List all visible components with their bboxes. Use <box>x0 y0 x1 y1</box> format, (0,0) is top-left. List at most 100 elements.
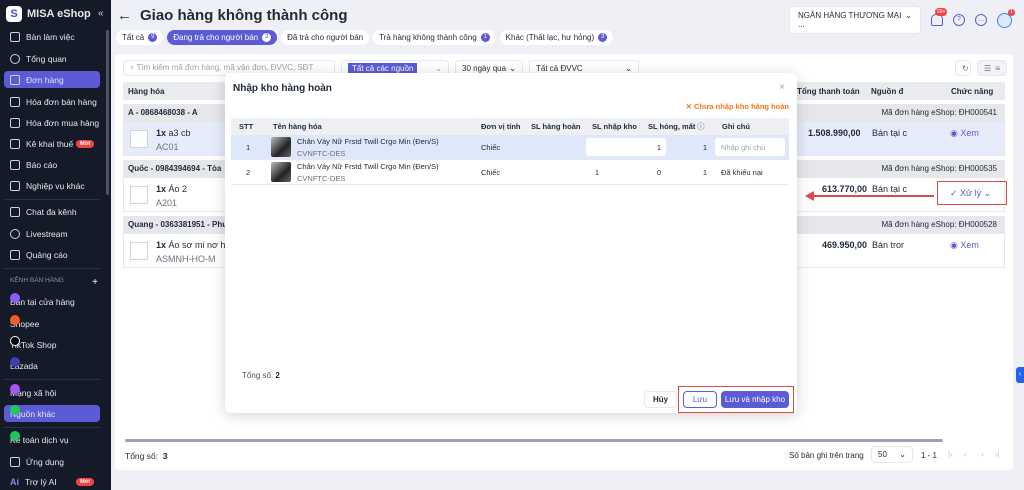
sidebar-channel-shopee[interactable]: Shopee <box>4 315 100 332</box>
tab-other[interactable]: Khác (Thất lạc, hư hỏng) 3 <box>499 30 614 45</box>
product-image <box>130 130 148 148</box>
view-button[interactable]: ◉ Xem <box>950 240 979 251</box>
horizontal-scrollbar[interactable] <box>125 439 943 442</box>
top-bar-actions: NGÂN HÀNG THƯƠNG MẠI ... ⌄ 99+ ? … 1 <box>789 6 1015 34</box>
livestream-icon <box>10 228 20 239</box>
sidebar-item-accounting[interactable]: Kế toán dịch vụ <box>4 431 100 448</box>
product-image <box>130 242 148 260</box>
new-badge: Mới <box>75 477 94 486</box>
sales-channel-section: KÊNH BÁN HÀNG + <box>10 277 98 288</box>
modal-table-row[interactable]: 2 Chân Váy Nữ Frstd Twill Crgo Min (Đen/… <box>231 160 789 185</box>
sidebar-item-other-ops[interactable]: Nghiệp vụ khác <box>4 177 100 194</box>
sidebar-channel-store[interactable]: Bán tại cửa hàng <box>4 293 100 310</box>
order-icon <box>10 74 20 85</box>
tab-all[interactable]: Tất cả 9 <box>116 30 164 45</box>
sidebar-item-purchase-invoice[interactable]: Hóa đơn mua hàng <box>4 114 100 131</box>
refresh-icon: ↻ <box>962 63 969 73</box>
refresh-button[interactable]: ↻ <box>955 60 971 76</box>
sidebar-scrollbar[interactable] <box>106 30 109 195</box>
more-icon[interactable]: … <box>975 14 987 26</box>
x-icon: ✕ <box>685 102 694 111</box>
accounting-icon <box>10 431 20 441</box>
divider <box>4 427 100 428</box>
tab-returning[interactable]: Đang trả cho người bán 3 <box>167 30 278 45</box>
sidebar-item-tax[interactable]: Kê khai thuế Mới <box>4 135 100 152</box>
divider <box>4 379 100 380</box>
shopee-icon <box>10 315 20 325</box>
view-button[interactable]: ◉ Xem <box>950 128 979 139</box>
sidebar-item-sales-invoice[interactable]: Hóa đơn bán hàng <box>4 93 100 110</box>
sidebar-item-overview[interactable]: Tổng quan <box>4 50 100 67</box>
sidebar-item-apps[interactable]: Ứng dụng <box>4 453 100 470</box>
next-page-icon[interactable]: › <box>981 450 984 459</box>
collapse-sidebar-icon[interactable]: « <box>98 8 104 19</box>
chart-icon <box>10 159 20 170</box>
brand-logo[interactable]: S MISA eShop <box>6 6 91 22</box>
store-icon <box>10 293 20 303</box>
sidebar-item-livestream[interactable]: Livestream <box>4 225 100 242</box>
stock-qty-input[interactable]: 1 <box>586 138 666 156</box>
annotation-arrow <box>812 195 934 197</box>
add-channel-icon[interactable]: + <box>92 277 98 288</box>
list-view-icon: ≡ <box>995 63 1000 73</box>
sidebar-channel-tiktok[interactable]: TikTok Shop <box>4 336 100 353</box>
invoice-icon <box>10 117 20 128</box>
sidebar-channel-lazada[interactable]: Lazada <box>4 357 100 374</box>
tax-doc-icon <box>10 138 20 149</box>
chevron-down-icon: ⌄ <box>509 63 516 73</box>
sidebar-item-reports[interactable]: Báo cáo <box>4 156 100 173</box>
sidebar-item-chat[interactable]: Chat đa kênh <box>4 203 100 220</box>
social-network-icon <box>10 384 20 394</box>
sidebar-item-orders[interactable]: Đơn hàng <box>4 71 100 88</box>
cancel-button[interactable]: Hủy <box>644 391 677 408</box>
invoice-icon <box>10 96 20 107</box>
first-page-icon[interactable]: |‹ <box>948 450 953 459</box>
apps-icon <box>10 456 20 467</box>
avatar[interactable]: 1 <box>997 8 1015 28</box>
highlight-box <box>937 181 1007 205</box>
sidebar-item-other-sources[interactable]: Nguồn khác <box>4 405 100 422</box>
sidebar-item-workspace[interactable]: Bàn làm việc <box>4 28 100 45</box>
return-stock-modal: Nhập kho hàng hoàn × ✕ Chưa nhập kho hàn… <box>225 73 797 413</box>
sidebar-item-ads[interactable]: Quảng cáo <box>4 246 100 263</box>
chevron-down-icon: ⌄ <box>435 63 442 73</box>
prev-page-icon[interactable]: ‹ <box>964 450 967 459</box>
tiktok-icon <box>10 336 20 346</box>
last-page-icon[interactable]: ›| <box>995 450 1000 459</box>
back-arrow-icon[interactable]: ← <box>117 7 132 24</box>
note-input[interactable]: Nhập ghi chú <box>715 138 785 156</box>
misa-logo-icon: S <box>6 6 22 22</box>
lazada-icon <box>10 357 20 367</box>
per-page-select[interactable]: 50 ⌄ <box>871 446 913 463</box>
modal-table-row[interactable]: 1 Chân Váy Nữ Frstd Twill Crgo Min (Đen/… <box>231 135 789 160</box>
dashboard-icon <box>10 53 20 64</box>
tab-return-failed[interactable]: Trả hàng không thành công 1 <box>373 30 496 45</box>
help-icon[interactable]: ? <box>953 14 965 26</box>
info-icon[interactable]: ⓘ <box>697 118 705 135</box>
return-items-table: STT Tên hàng hóa Đơn vị tính SL hàng hoà… <box>231 118 789 185</box>
view-toggle[interactable]: ☰ ≡ <box>977 60 1007 76</box>
side-panel-toggle[interactable]: ‹ <box>1016 367 1024 383</box>
divider <box>4 199 100 200</box>
sidebar-item-ai[interactable]: Ai Trợ lý AI Mới <box>4 473 100 490</box>
modal-title: Nhập kho hàng hoàn <box>233 83 332 94</box>
product-image <box>130 186 148 204</box>
sidebar-item-social[interactable]: Mạng xã hội <box>4 384 100 401</box>
chevron-down-icon: ⌄ <box>625 63 632 73</box>
cart-icon <box>10 405 20 415</box>
sidebar: S MISA eShop « Bàn làm việc Tổng quan Đơn… <box>0 0 111 490</box>
bank-select[interactable]: NGÂN HÀNG THƯƠNG MẠI ... ⌄ <box>789 6 921 34</box>
modal-table-header: STT Tên hàng hóa Đơn vị tính SL hàng hoà… <box>231 118 789 135</box>
grid-icon <box>10 180 20 191</box>
page-header: ← Giao hàng không thành công <box>117 7 348 24</box>
modal-total: Tổng số: 2 <box>242 371 280 380</box>
tab-returned[interactable]: Đã trả cho người bán <box>281 30 370 45</box>
status-label: ✕ Chưa nhập kho hàng hoàn <box>685 102 789 111</box>
status-tabs: Tất cả 9 Đang trả cho người bán 3 Đã trả c… <box>116 30 614 45</box>
bell-icon[interactable]: 99+ <box>931 8 948 26</box>
close-icon[interactable]: × <box>779 82 785 93</box>
eye-icon: ◉ <box>950 240 961 250</box>
ai-icon: Ai <box>10 476 19 487</box>
highlight-box <box>678 386 794 413</box>
product-image <box>271 162 291 182</box>
